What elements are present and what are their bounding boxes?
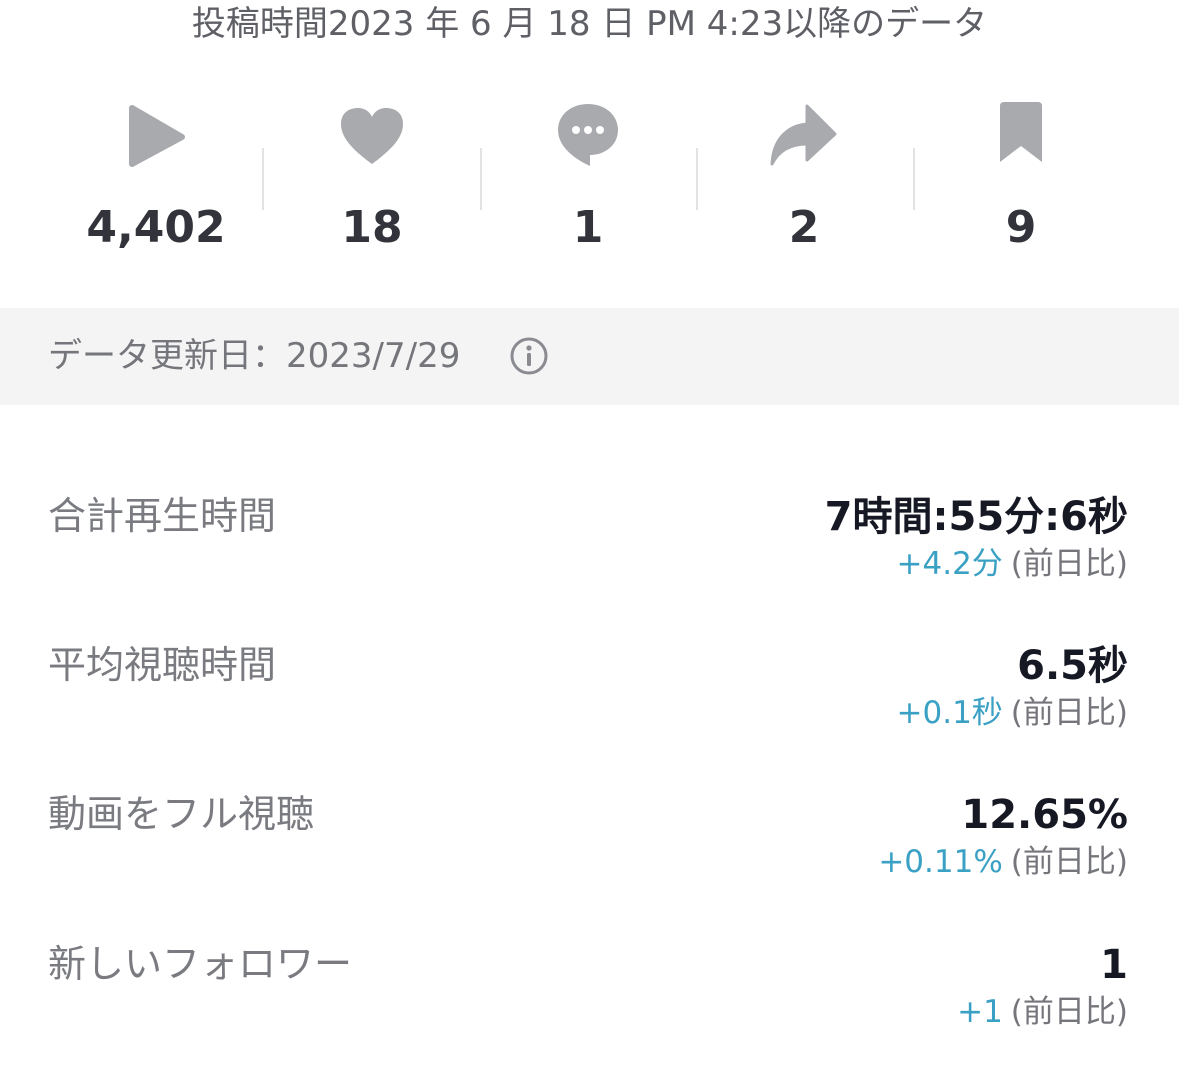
stat-comments-value: 1: [572, 202, 604, 253]
delta-compare-label: (前日比): [1010, 844, 1128, 880]
stat-saves[interactable]: 9: [913, 100, 1129, 260]
delta-change: +0.11%: [878, 844, 1003, 880]
stat-views[interactable]: 4,402: [48, 100, 264, 260]
delta-compare-label: (前日比): [1010, 994, 1128, 1030]
play-icon: [129, 105, 185, 167]
metric-delta: +0.1秒 (前日比): [897, 693, 1128, 733]
metric-full-video-watched: 動画をフル視聴 12.65% +0.11% (前日比): [48, 790, 1128, 920]
metric-delta: +4.2分 (前日比): [897, 544, 1128, 584]
stat-shares[interactable]: 2: [696, 100, 912, 260]
metric-total-play-time: 合計再生時間 7時間:55分:6秒 +4.2分 (前日比): [48, 492, 1128, 622]
metric-delta: +1 (前日比): [957, 992, 1128, 1032]
posted-since-text: 投稿時間2023 年 6 月 18 日 PM 4:23以降のデータ: [191, 4, 988, 44]
share-icon: [770, 104, 837, 166]
heart-icon: [341, 108, 403, 164]
metric-value: 6.5秒: [1017, 643, 1128, 689]
metric-value: 1: [1100, 942, 1128, 988]
metric-label: 平均視聴時間: [48, 643, 277, 687]
stat-likes[interactable]: 18: [264, 100, 480, 260]
metric-value: 7時間:55分:6秒: [824, 494, 1128, 540]
stat-shares-value: 2: [788, 202, 820, 253]
metric-new-followers: 新しいフォロワー 1 +1 (前日比): [48, 940, 1128, 1070]
metric-average-watch-time: 平均視聴時間 6.5秒 +0.1秒 (前日比): [48, 641, 1128, 771]
info-icon[interactable]: [509, 336, 549, 376]
delta-change: +0.1秒: [896, 695, 1003, 731]
stat-views-value: 4,402: [86, 202, 226, 253]
stats-row: 4,402 18 1 2 9: [48, 100, 1131, 260]
delta-change: +1: [957, 994, 1003, 1030]
metric-value: 12.65%: [961, 792, 1128, 838]
stat-likes-value: 18: [341, 202, 403, 253]
stat-saves-value: 9: [1005, 202, 1037, 253]
stat-comments[interactable]: 1: [480, 100, 696, 260]
delta-change: +4.2分: [896, 546, 1003, 582]
data-updated-text: データ更新日：2023/7/29: [48, 336, 461, 376]
metric-label: 新しいフォロワー: [48, 942, 353, 986]
metric-delta: +0.11% (前日比): [878, 842, 1128, 882]
delta-compare-label: (前日比): [1010, 546, 1128, 582]
data-updated-bar: データ更新日：2023/7/29: [0, 308, 1179, 405]
delta-compare-label: (前日比): [1010, 695, 1128, 731]
metric-label: 合計再生時間: [48, 494, 277, 538]
metric-label: 動画をフル視聴: [48, 792, 315, 836]
comment-icon: [558, 104, 618, 166]
bookmark-icon: [1000, 102, 1042, 162]
